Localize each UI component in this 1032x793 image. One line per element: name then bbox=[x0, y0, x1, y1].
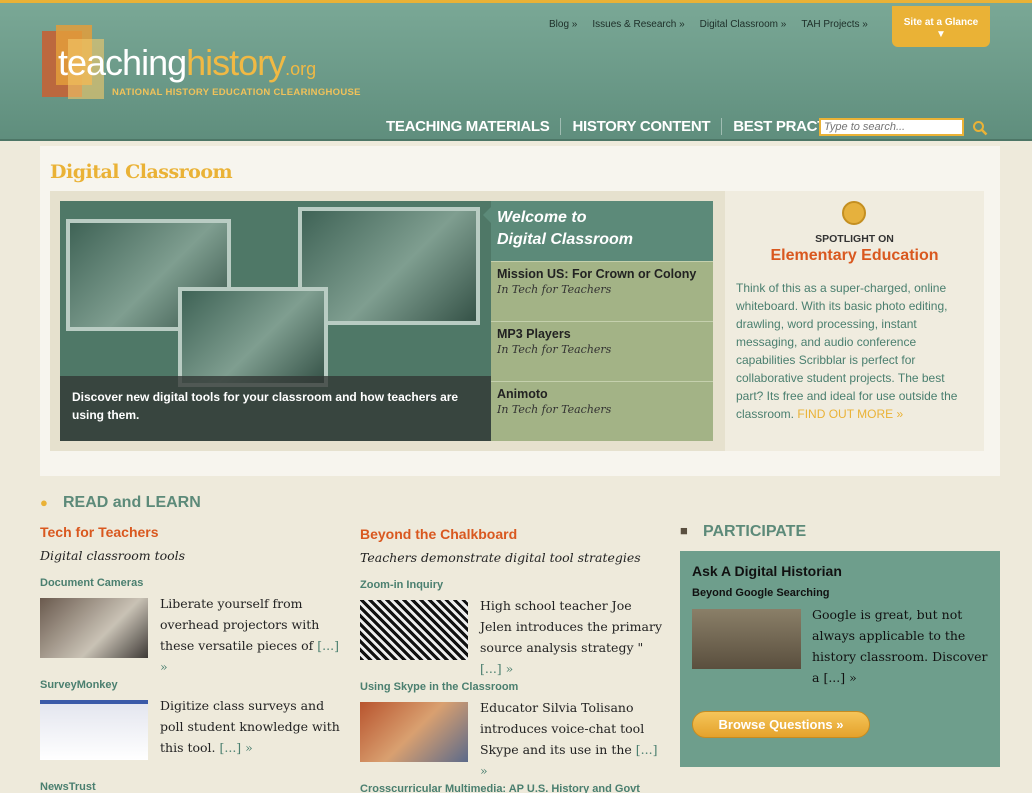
main-nav: TEACHING MATERIALS HISTORY CONTENT BEST … bbox=[386, 118, 871, 135]
find-out-more-link[interactable]: FIND OUT MORE » bbox=[797, 407, 903, 421]
magnifier-icon bbox=[842, 201, 866, 225]
participate-panel: Ask A Digital Historian Beyond Google Se… bbox=[680, 551, 1000, 767]
beyond-the-chalkboard-subtitle: Teachers demonstrate digital tool strate… bbox=[360, 550, 641, 565]
feature-inner: Discover new digital tools for your clas… bbox=[50, 191, 984, 451]
search-input[interactable] bbox=[819, 118, 964, 136]
article-summary: Digitize class surveys and poll student … bbox=[160, 695, 340, 758]
feature-item-title: MP3 Players bbox=[497, 327, 571, 341]
participate-thumbnail[interactable] bbox=[692, 609, 801, 669]
browse-questions-button[interactable]: Browse Questions » bbox=[692, 711, 870, 738]
read-more-link[interactable]: [...] » bbox=[823, 670, 856, 685]
top-nav: Blog Issues & Research Digital Classroom… bbox=[549, 19, 868, 30]
article-title[interactable]: Crosscurricular Multimedia: AP U.S. Hist… bbox=[360, 783, 640, 793]
spotlight-text: Think of this as a super-charged, online… bbox=[736, 279, 974, 423]
read-more-link[interactable]: [...] » bbox=[480, 661, 513, 676]
logo-word-org: .org bbox=[285, 59, 317, 79]
participate-summary: Google is great, but not always applicab… bbox=[812, 604, 994, 688]
spotlight-label: SPOTLIGHT ON bbox=[815, 233, 894, 245]
page-title: Digital Classroom bbox=[50, 161, 233, 183]
welcome-box: Welcome to Digital Classroom bbox=[483, 201, 713, 261]
site-at-a-glance-label: Site at a Glance bbox=[903, 17, 979, 28]
article-summary-text: High school teacher Joe Jelen introduces… bbox=[480, 598, 663, 655]
logo-tagline: NATIONAL HISTORY EDUCATION CLEARINGHOUSE bbox=[112, 87, 361, 98]
article-title[interactable]: Using Skype in the Classroom bbox=[360, 681, 518, 693]
feature-item-section: In Tech for Teachers bbox=[497, 283, 612, 296]
beyond-the-chalkboard-title[interactable]: Beyond the Chalkboard bbox=[360, 526, 517, 542]
logo-word-history: history bbox=[186, 42, 286, 83]
article-title[interactable]: SurveyMonkey bbox=[40, 679, 118, 691]
feature-item[interactable]: Animoto In Tech for Teachers bbox=[491, 381, 713, 441]
article-summary: Liberate yourself from overhead projecto… bbox=[160, 593, 340, 677]
feature-panel: Digital Classroom Discover new digital t… bbox=[40, 146, 1000, 476]
logo-word-teaching: teaching bbox=[58, 42, 187, 83]
tech-for-teachers-subtitle: Digital classroom tools bbox=[40, 548, 186, 563]
article-summary-text: Educator Silvia Tolisano introduces voic… bbox=[480, 700, 645, 757]
spotlight-panel: SPOTLIGHT ON Elementary Education Think … bbox=[725, 191, 984, 451]
article-title[interactable]: NewsTrust bbox=[40, 781, 96, 793]
read-and-learn-heading: READ and LEARN bbox=[63, 494, 201, 511]
topnav-issues-research[interactable]: Issues & Research bbox=[592, 19, 684, 30]
site-logo[interactable]: teachinghistory.org bbox=[58, 43, 316, 89]
participate-title[interactable]: Ask A Digital Historian bbox=[692, 563, 842, 579]
tech-for-teachers-title[interactable]: Tech for Teachers bbox=[40, 524, 159, 540]
topnav-digital-classroom[interactable]: Digital Classroom bbox=[700, 19, 787, 30]
spotlight-body: Think of this as a super-charged, online… bbox=[736, 281, 958, 421]
read-more-link[interactable]: [...] » bbox=[220, 740, 253, 755]
nav-teaching-materials[interactable]: TEACHING MATERIALS bbox=[386, 118, 560, 135]
feature-item[interactable]: MP3 Players In Tech for Teachers bbox=[491, 321, 713, 381]
welcome-line-1: Welcome to bbox=[497, 209, 587, 226]
participate-heading: PARTICIPATE bbox=[703, 523, 807, 540]
feature-item-section: In Tech for Teachers bbox=[497, 343, 612, 356]
participate-subtitle[interactable]: Beyond Google Searching bbox=[692, 587, 830, 599]
feature-photo[interactable]: Discover new digital tools for your clas… bbox=[60, 201, 491, 441]
article-title[interactable]: Document Cameras bbox=[40, 577, 143, 589]
lightbulb-icon: ● bbox=[40, 495, 48, 510]
article-summary-text: Liberate yourself from overhead projecto… bbox=[160, 596, 320, 653]
topnav-blog[interactable]: Blog bbox=[549, 19, 577, 30]
feature-caption: Discover new digital tools for your clas… bbox=[60, 376, 491, 441]
article-thumbnail[interactable] bbox=[360, 600, 468, 660]
article-summary: High school teacher Joe Jelen introduces… bbox=[480, 595, 665, 679]
spotlight-title[interactable]: Elementary Education bbox=[725, 247, 984, 265]
article-thumbnail[interactable] bbox=[40, 598, 148, 658]
feature-item-section: In Tech for Teachers bbox=[497, 403, 612, 416]
article-thumbnail[interactable] bbox=[40, 700, 148, 760]
search-icon[interactable] bbox=[972, 120, 988, 136]
site-header: teachinghistory.org NATIONAL HISTORY EDU… bbox=[0, 0, 1032, 141]
article-title[interactable]: Zoom-in Inquiry bbox=[360, 579, 443, 591]
welcome-line-2: Digital Classroom bbox=[497, 231, 634, 248]
participate-icon: ■ bbox=[680, 523, 688, 538]
triangle-down-icon: ▼ bbox=[936, 29, 946, 40]
nav-history-content[interactable]: HISTORY CONTENT bbox=[560, 118, 721, 135]
site-at-a-glance-button[interactable]: Site at a Glance ▼ bbox=[892, 6, 990, 47]
feature-item-title: Animoto bbox=[497, 387, 548, 401]
topnav-tah-projects[interactable]: TAH Projects bbox=[801, 19, 868, 30]
feature-item[interactable]: Mission US: For Crown or Colony In Tech … bbox=[491, 261, 713, 321]
feature-item-title: Mission US: For Crown or Colony bbox=[497, 267, 697, 281]
article-thumbnail[interactable] bbox=[360, 702, 468, 762]
article-summary: Educator Silvia Tolisano introduces voic… bbox=[480, 697, 665, 781]
